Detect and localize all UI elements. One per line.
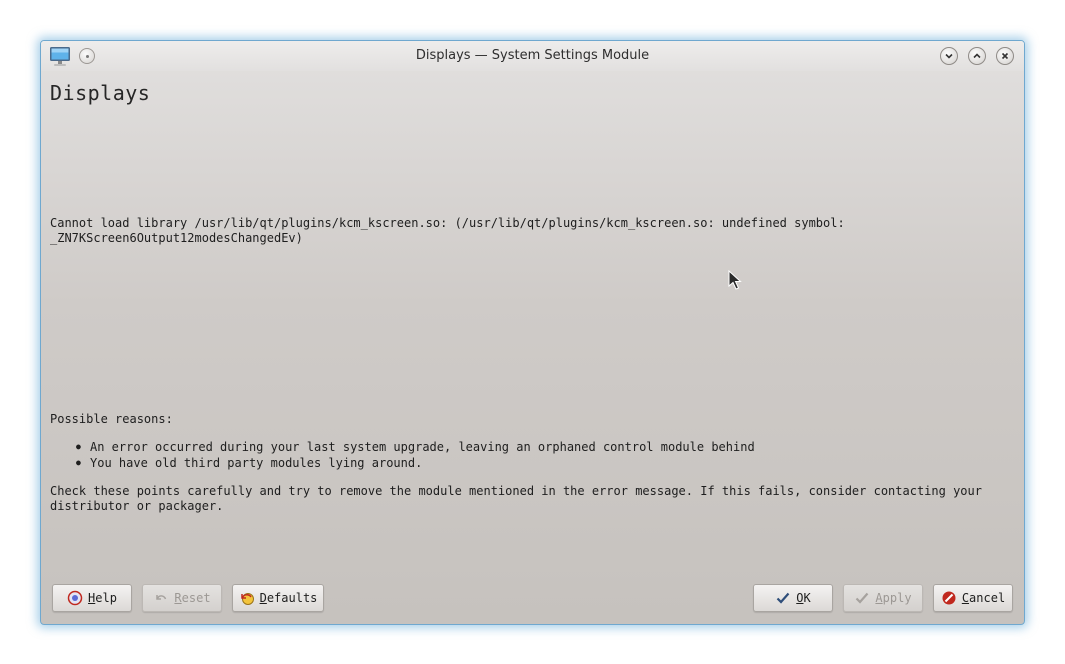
cancel-label: ancel [969,591,1006,605]
settings-window: Displays — System Settings Module Displa… [40,40,1025,625]
error-message: Cannot load library /usr/lib/qt/plugins/… [50,216,845,245]
reasons-heading: Possible reasons: [50,412,173,426]
cancel-mnemonic: C [961,591,970,605]
checkmark-icon [856,592,869,604]
help-icon [67,590,83,606]
title-bar[interactable]: Displays — System Settings Module [41,41,1024,71]
ok-button[interactable]: OK [753,584,833,612]
cancel-icon [942,591,956,605]
defaults-label: efaults [266,591,318,605]
reset-button[interactable]: Reset [142,584,222,612]
mouse-cursor-icon [728,270,742,290]
undo-icon [156,595,167,600]
help-label: elp [95,591,117,605]
checkmark-icon [776,592,790,604]
reset-mnemonic: R [174,591,182,605]
defaults-mnemonic: D [259,591,267,605]
chevron-down-icon [945,53,953,59]
page-title: Displays [50,81,151,105]
chevron-up-icon [973,53,981,59]
reasons-list: An error occurred during your last syste… [76,439,755,471]
help-button[interactable]: Help [52,584,132,612]
maximize-button[interactable] [968,47,986,65]
list-item: You have old third party modules lying a… [76,455,755,471]
ok-label: K [803,591,811,605]
close-icon [1001,52,1009,60]
close-button[interactable] [996,47,1014,65]
apply-mnemonic: A [875,591,883,605]
reset-label: eset [181,591,211,605]
apply-button[interactable]: Apply [843,584,923,612]
advice-text: Check these points carefully and try to … [50,484,982,513]
cancel-button[interactable]: Cancel [933,584,1013,612]
apply-label: pply [882,591,912,605]
ok-mnemonic: O [796,591,804,605]
window-title: Displays — System Settings Module [415,48,650,63]
defaults-button[interactable]: Defaults [232,584,324,612]
minimize-button[interactable] [940,47,958,65]
defaults-icon [240,593,254,605]
list-item: An error occurred during your last syste… [76,439,755,455]
